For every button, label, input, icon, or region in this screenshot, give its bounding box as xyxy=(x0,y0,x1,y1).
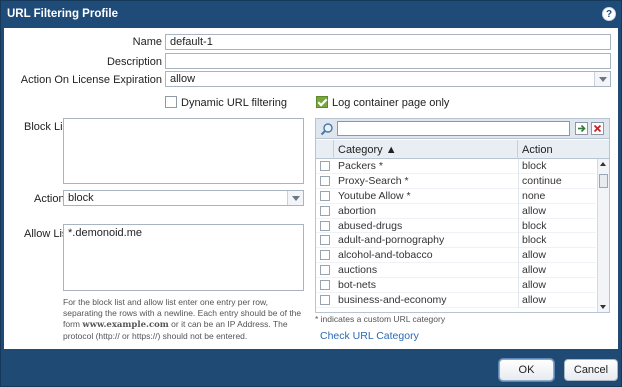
category-action: continue xyxy=(522,174,562,187)
category-name: Packers * xyxy=(338,160,383,172)
list-help-text: For the block list and allow list enter … xyxy=(63,297,303,342)
dialog-titlebar: URL Filtering Profile ? xyxy=(1,1,621,28)
license-expiration-label: Action On License Expiration xyxy=(20,74,162,86)
category-name: alcohol-and-tobacco xyxy=(338,249,433,262)
help-icon[interactable]: ? xyxy=(602,7,616,21)
table-row[interactable]: auctions allow xyxy=(316,263,596,279)
dialog-title: URL Filtering Profile xyxy=(7,8,118,20)
select-all-column xyxy=(316,140,334,159)
help-text-example: www.example.com xyxy=(82,320,169,330)
category-panel: Category ▲ Action Packers * block Proxy-Se… xyxy=(315,118,610,313)
table-row[interactable]: Packers * block xyxy=(316,159,596,174)
chevron-down-icon[interactable] xyxy=(287,191,303,205)
column-divider xyxy=(518,293,519,309)
category-action: allow xyxy=(522,249,546,262)
row-checkbox[interactable] xyxy=(320,235,330,246)
table-row[interactable]: abused-drugs block xyxy=(316,218,596,234)
action-label: Action xyxy=(34,193,65,205)
column-divider xyxy=(518,263,519,279)
close-icon xyxy=(593,124,602,133)
license-expiration-select[interactable]: allow xyxy=(165,71,611,87)
category-column-header[interactable]: Category ▲ xyxy=(335,140,518,159)
category-search-input[interactable] xyxy=(337,121,570,136)
category-name: auctions xyxy=(338,264,378,277)
category-name: adult-and-pornography xyxy=(338,234,445,247)
allow-list-textarea[interactable]: *.demonoid.me xyxy=(63,224,304,291)
url-filtering-profile-dialog: URL Filtering Profile ? Name default-1 D… xyxy=(0,0,622,387)
dialog-body: Name default-1 Description Action On Lic… xyxy=(4,28,618,349)
table-row[interactable]: adult-and-pornography block xyxy=(316,233,596,249)
scroll-thumb[interactable] xyxy=(599,174,608,188)
scroll-up-icon[interactable] xyxy=(600,162,606,166)
action-column-header[interactable]: Action xyxy=(519,140,596,159)
category-action: none xyxy=(522,189,546,202)
column-divider xyxy=(518,188,519,204)
column-divider xyxy=(518,218,519,234)
scroll-down-icon[interactable] xyxy=(600,305,606,309)
category-table-header: Category ▲ Action xyxy=(316,140,609,159)
category-action: block xyxy=(522,160,547,172)
row-checkbox[interactable] xyxy=(320,280,330,291)
category-name: Proxy-Search * xyxy=(338,174,409,187)
column-divider xyxy=(518,173,519,189)
category-name: Youtube Allow * xyxy=(338,189,411,202)
table-row[interactable]: bot-nets allow xyxy=(316,278,596,294)
apply-filter-button[interactable] xyxy=(575,122,588,135)
category-name: business-and-economy xyxy=(338,294,447,307)
row-checkbox[interactable] xyxy=(320,250,330,261)
table-row[interactable]: alcohol-and-tobacco allow xyxy=(316,248,596,264)
column-divider xyxy=(518,203,519,219)
column-divider xyxy=(518,278,519,294)
custom-category-note: * indicates a custom URL category xyxy=(315,314,446,324)
chevron-down-icon[interactable] xyxy=(594,72,610,86)
category-action: block xyxy=(522,234,547,247)
cancel-button[interactable]: Cancel xyxy=(564,359,618,381)
dialog-footer: OK Cancel xyxy=(1,349,621,386)
category-name: abused-drugs xyxy=(338,219,403,232)
category-rows: Packers * block Proxy-Search * continue Yout… xyxy=(316,159,596,312)
table-row[interactable]: business-and-economy allow xyxy=(316,293,596,309)
column-divider xyxy=(518,248,519,264)
clear-filter-button[interactable] xyxy=(591,122,604,135)
category-action: allow xyxy=(522,279,546,292)
category-name: abortion xyxy=(338,204,376,217)
ok-button[interactable]: OK xyxy=(499,359,554,381)
name-input[interactable]: default-1 xyxy=(165,34,611,50)
row-checkbox[interactable] xyxy=(320,220,330,231)
row-checkbox[interactable] xyxy=(320,205,330,216)
check-url-category-link[interactable]: Check URL Category xyxy=(320,330,419,342)
category-action: block xyxy=(522,219,547,232)
table-row[interactable]: Youtube Allow * none xyxy=(316,188,596,204)
log-container-page-checkbox[interactable] xyxy=(316,96,328,108)
row-checkbox[interactable] xyxy=(320,161,330,171)
table-row[interactable]: Proxy-Search * continue xyxy=(316,173,596,189)
dynamic-url-filtering-checkbox[interactable] xyxy=(165,96,177,108)
row-checkbox[interactable] xyxy=(320,265,330,276)
dynamic-url-filtering-label: Dynamic URL filtering xyxy=(181,97,287,109)
category-action: allow xyxy=(522,204,546,217)
row-checkbox[interactable] xyxy=(320,295,330,306)
name-label: Name xyxy=(132,36,162,48)
log-container-page-label: Log container page only xyxy=(332,97,450,109)
action-select[interactable]: block xyxy=(63,190,304,206)
row-checkbox[interactable] xyxy=(320,190,330,201)
column-divider xyxy=(518,159,519,174)
arrow-right-icon xyxy=(578,124,586,133)
block-list-textarea[interactable] xyxy=(63,118,304,184)
column-divider xyxy=(518,233,519,249)
description-input[interactable] xyxy=(165,53,611,69)
category-scrollbar[interactable] xyxy=(597,159,609,312)
category-action: allow xyxy=(522,264,546,277)
description-label: Description xyxy=(106,56,162,68)
table-row[interactable]: abortion allow xyxy=(316,203,596,219)
search-icon xyxy=(320,122,334,136)
action-value: block xyxy=(68,192,94,204)
category-toolbar xyxy=(316,119,609,139)
category-action: allow xyxy=(522,294,546,307)
category-name: bot-nets xyxy=(338,279,376,292)
row-checkbox[interactable] xyxy=(320,175,330,186)
license-expiration-value: allow xyxy=(170,73,196,85)
